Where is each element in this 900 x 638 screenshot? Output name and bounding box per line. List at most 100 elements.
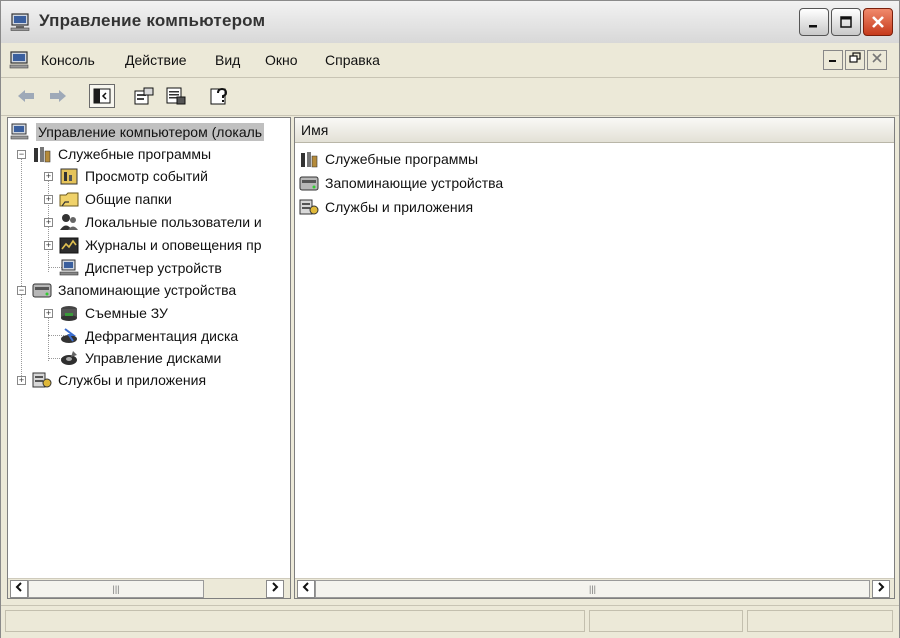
close-button[interactable]	[863, 8, 893, 36]
list-item-system-tools[interactable]: Служебные программы	[299, 148, 478, 170]
removable-storage-icon	[61, 306, 77, 321]
mdi-close-button[interactable]	[867, 50, 887, 70]
collapse-toggle[interactable]: −	[17, 149, 26, 159]
scroll-left-button[interactable]	[10, 580, 28, 598]
tree-item-defrag[interactable]: Дефрагментация диска	[59, 325, 238, 347]
properties-button[interactable]	[131, 84, 157, 108]
expand-toggle[interactable]: +	[44, 308, 53, 318]
scroll-thumb[interactable]: |||	[28, 580, 204, 598]
chevron-left-icon	[15, 582, 22, 592]
menu-action[interactable]: Действие	[125, 52, 187, 68]
title-bar[interactable]: Управление компьютером	[1, 1, 899, 44]
minimize-icon	[809, 25, 817, 28]
show-hide-tree-icon	[93, 88, 111, 104]
expand-toggle[interactable]: +	[44, 194, 53, 204]
list-pane[interactable]: Имя Служебные программы Запоминающие уст…	[294, 117, 895, 599]
tree-item-label: Общие папки	[85, 191, 172, 207]
help-button[interactable]	[207, 84, 233, 108]
scroll-right-button[interactable]	[872, 580, 890, 598]
expand-toggle[interactable]: +	[44, 240, 53, 250]
mdi-restore-button[interactable]	[845, 50, 865, 70]
tree-item-label: Журналы и оповещения пр	[85, 237, 262, 253]
forward-arrow-icon	[50, 90, 66, 102]
chevron-right-icon	[272, 582, 279, 592]
expand-toggle[interactable]: +	[44, 171, 53, 181]
tree-item-device-manager[interactable]: Диспетчер устройств	[59, 257, 222, 279]
maximize-icon	[840, 16, 852, 28]
shared-folder-icon	[59, 192, 79, 207]
menu-help[interactable]: Справка	[325, 52, 380, 68]
collapse-toggle[interactable]: −	[17, 285, 26, 295]
tree-item-services-apps[interactable]: + Службы и приложения	[17, 369, 206, 391]
export-list-button[interactable]	[163, 84, 189, 108]
system-tools-icon	[34, 147, 51, 163]
tree-item-label: Управление компьютером (локаль	[36, 123, 265, 141]
chevron-left-icon	[302, 582, 309, 592]
close-icon	[872, 16, 884, 28]
services-applications-icon	[32, 372, 52, 388]
tree-item-storage[interactable]: − Запоминающие устройства	[17, 279, 236, 301]
tree-item-root[interactable]: Управление компьютером (локаль	[10, 121, 265, 143]
back-button[interactable]	[13, 84, 39, 108]
forward-button[interactable]	[45, 84, 71, 108]
mdi-minimize-button[interactable]	[823, 50, 843, 70]
column-header-name[interactable]: Имя	[295, 118, 894, 143]
tree-horizontal-scrollbar[interactable]: |||	[8, 578, 290, 598]
defragmenter-icon	[61, 328, 77, 343]
computer-management-icon	[10, 13, 30, 31]
tree-item-local-users[interactable]: + Локальные пользователи и	[44, 211, 262, 233]
users-icon	[60, 214, 78, 230]
column-name-label: Имя	[301, 122, 329, 138]
chevron-right-icon	[878, 582, 885, 592]
console-icon[interactable]	[9, 51, 31, 69]
expand-toggle[interactable]: +	[44, 217, 53, 227]
status-segment	[747, 610, 893, 632]
window-title: Управление компьютером	[39, 11, 266, 30]
scroll-thumb[interactable]: |||	[315, 580, 870, 598]
list-horizontal-scrollbar[interactable]: |||	[295, 578, 894, 598]
list-item-label: Службы и приложения	[325, 199, 474, 215]
expand-toggle[interactable]: +	[17, 375, 26, 385]
maximize-button[interactable]	[831, 8, 861, 36]
tree-item-removable[interactable]: + Съемные ЗУ	[44, 302, 168, 324]
window: Управление компьютером Консоль Действие …	[0, 0, 900, 638]
tree-item-label: Запоминающие устройства	[58, 282, 237, 298]
status-segment	[589, 610, 743, 632]
performance-logs-icon	[59, 237, 79, 254]
minimize-button[interactable]	[799, 8, 829, 36]
help-icon	[210, 87, 228, 105]
list-item-label: Запоминающие устройства	[325, 175, 504, 191]
event-viewer-icon	[60, 168, 78, 185]
system-tools-icon	[301, 152, 318, 168]
list-item-storage[interactable]: Запоминающие устройства	[299, 172, 503, 194]
tree-item-disk-management[interactable]: Управление дисками	[59, 347, 221, 369]
menu-window[interactable]: Окно	[265, 52, 298, 68]
scroll-right-button[interactable]	[266, 580, 284, 598]
export-list-icon	[166, 87, 186, 105]
storage-icon	[299, 176, 319, 191]
show-hide-tree-button[interactable]	[89, 84, 115, 108]
minimize-icon	[829, 60, 836, 62]
toolbar	[1, 78, 899, 116]
tree-item-label: Просмотр событий	[85, 168, 208, 184]
tree-item-label: Съемные ЗУ	[85, 305, 168, 321]
disk-management-icon	[61, 351, 77, 365]
back-arrow-icon	[18, 90, 34, 102]
tree-item-label: Службы и приложения	[58, 372, 207, 388]
close-icon	[872, 53, 882, 63]
tree-pane[interactable]: Управление компьютером (локаль − Служебн…	[7, 117, 291, 599]
tree-item-event-viewer[interactable]: + Просмотр событий	[44, 165, 208, 187]
tree-item-label: Служебные программы	[58, 146, 212, 162]
tree-item-system-tools[interactable]: − Служебные программы	[17, 143, 211, 165]
tree-item-logs-alerts[interactable]: + Журналы и оповещения пр	[44, 234, 262, 256]
restore-icon	[849, 52, 861, 63]
scroll-left-button[interactable]	[297, 580, 315, 598]
menu-console[interactable]: Консоль	[41, 52, 95, 68]
tree-item-label: Локальные пользователи и	[85, 214, 262, 230]
tree-item-shared-folders[interactable]: + Общие папки	[44, 188, 172, 210]
tree-item-label: Управление дисками	[85, 350, 222, 366]
list-item-services-apps[interactable]: Службы и приложения	[299, 196, 473, 218]
menu-view[interactable]: Вид	[215, 52, 240, 68]
menu-bar: Консоль Действие Вид Окно Справка	[1, 43, 899, 78]
properties-icon	[134, 87, 154, 105]
